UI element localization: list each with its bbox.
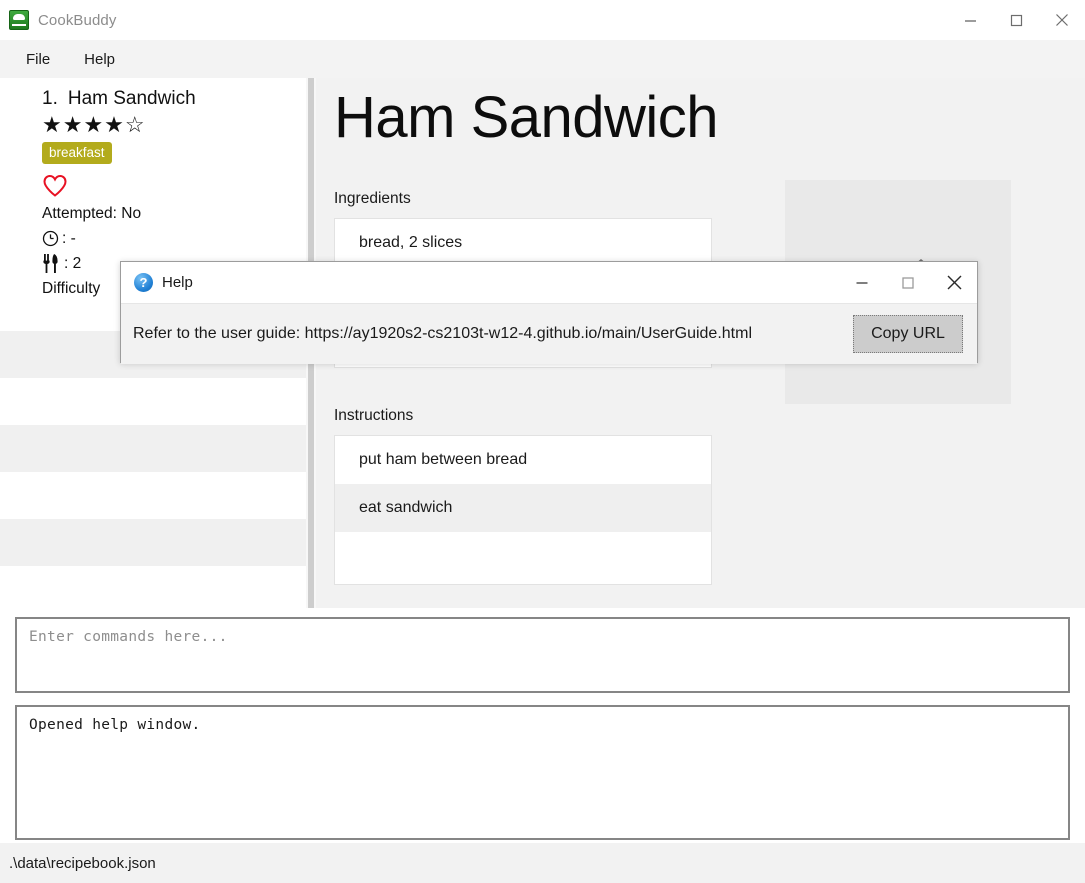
menubar: File Help (0, 40, 1085, 78)
minimize-button[interactable] (947, 0, 993, 40)
recipe-time-value: : - (62, 230, 76, 247)
ingredient-row: bread, 2 slices (359, 234, 463, 251)
page-title: Ham Sandwich (334, 85, 719, 150)
recipe-tag-breakfast: breakfast (42, 142, 112, 164)
list-item[interactable] (0, 519, 316, 566)
copy-url-button[interactable]: Copy URL (853, 315, 963, 353)
minimize-icon (964, 19, 976, 22)
help-dialog: ? Help Refer to the user guide: https://… (120, 261, 978, 364)
list-item[interactable] (0, 425, 316, 472)
favourite-heart (42, 174, 316, 198)
help-window-controls (839, 262, 977, 303)
statusbar-file-path: .\data\recipebook.json (9, 854, 156, 872)
help-message: Refer to the user guide: https://ay1920s… (133, 325, 752, 342)
close-button[interactable] (1039, 0, 1085, 40)
window-controls (947, 0, 1085, 40)
help-close-button[interactable] (931, 262, 977, 303)
app-title: CookBuddy (38, 11, 117, 29)
clock-icon (42, 230, 59, 247)
help-dialog-title: Help (162, 274, 193, 291)
heart-icon (43, 174, 67, 197)
help-dialog-titlebar: ? Help (121, 262, 977, 303)
close-icon (947, 275, 961, 290)
recipe-attempted: Attempted: No (42, 205, 142, 222)
recipe-list-empty-rows (0, 331, 316, 608)
command-input-box[interactable]: Enter commands here... (15, 617, 1070, 693)
help-minimize-button[interactable] (839, 262, 885, 303)
instruction-row: put ham between bread (359, 451, 528, 468)
help-dialog-content: Refer to the user guide: https://ay1920s… (121, 303, 977, 364)
recipe-rating-stars: ★★★★☆ (42, 112, 146, 137)
recipe-book-icon (9, 10, 29, 30)
result-display-box: Opened help window. (15, 705, 1070, 840)
recipe-portion-value: : 2 (64, 255, 82, 272)
recipe-time-row: : - (42, 226, 316, 251)
menu-item-help[interactable]: Help (72, 47, 127, 72)
command-input-placeholder: Enter commands here... (29, 629, 228, 645)
list-item[interactable] (0, 378, 316, 425)
recipe-card-index: 1. (42, 88, 58, 109)
close-icon (1056, 14, 1068, 26)
instruction-row: eat sandwich (335, 484, 711, 532)
recipe-card-title: 1. Ham Sandwich (42, 88, 316, 110)
instructions-label: Instructions (334, 407, 414, 424)
window-titlebar: CookBuddy (0, 0, 1085, 40)
help-maximize-button[interactable] (885, 262, 931, 303)
statusbar: .\data\recipebook.json (0, 843, 1085, 883)
instructions-list: put ham between bread eat sandwich (334, 435, 712, 585)
recipe-tag-row: breakfast (42, 142, 316, 164)
question-mark-icon: ? (134, 273, 153, 292)
instruction-row-empty (335, 532, 711, 580)
maximize-icon (902, 276, 914, 289)
recipe-card-name: Ham Sandwich (67, 88, 196, 109)
ingredients-label: Ingredients (334, 190, 411, 207)
list-item[interactable] (0, 566, 316, 608)
menu-item-file[interactable]: File (14, 47, 62, 72)
maximize-icon (1010, 14, 1022, 26)
maximize-button[interactable] (993, 0, 1039, 40)
result-text: Opened help window. (29, 717, 201, 733)
list-item[interactable] (0, 472, 316, 519)
cutlery-icon (42, 253, 61, 274)
minimize-icon (856, 281, 868, 284)
